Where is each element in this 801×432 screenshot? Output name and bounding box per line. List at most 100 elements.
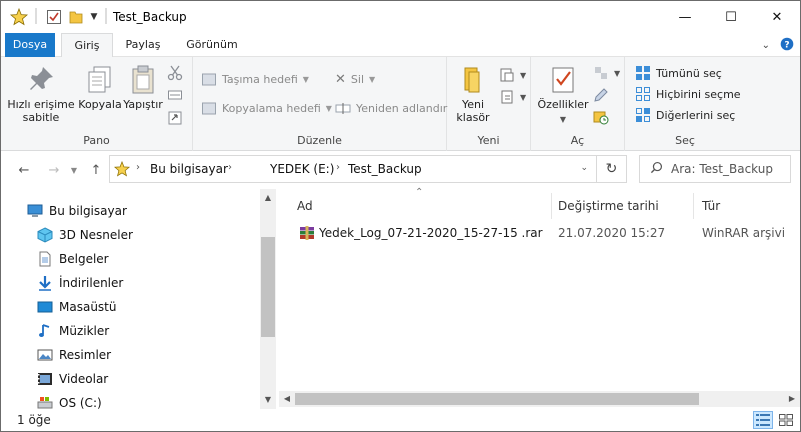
tab-home[interactable]: Giriş — [61, 33, 113, 58]
delete-button[interactable]: ✕ Sil ▼ — [335, 69, 375, 89]
pin-quick-access-button[interactable]: Hızlı erişime sabitle — [5, 63, 77, 124]
details-view-button[interactable] — [753, 411, 773, 429]
copy-to-label: Kopyalama hedefi — [222, 101, 321, 115]
tab-file[interactable]: Dosya — [5, 33, 55, 57]
nav-item-label: Videolar — [59, 372, 109, 386]
up-button[interactable]: ↑ — [87, 161, 105, 179]
nav-item-pictures[interactable]: Resimler — [37, 344, 111, 366]
scroll-up-icon[interactable]: ▲ — [260, 191, 276, 205]
address-bar[interactable]: › Bu bilgisayar › YEDEK (E:) › Test_Back… — [109, 155, 597, 183]
organize-group-label: Düzenle — [297, 134, 342, 147]
easy-access-button[interactable]: ▼ — [499, 87, 526, 107]
column-header-type[interactable]: Tür — [702, 193, 720, 219]
ribbon-tabs: Dosya Giriş Paylaş Görünüm ⌄ ? — [1, 33, 800, 58]
select-none-button[interactable]: Hiçbirini seçme — [635, 84, 741, 104]
column-header-modified[interactable]: Değiştirme tarihi — [558, 193, 659, 219]
file-name: Yedek_Log_07-21-2020_15-27-15 .rar — [319, 226, 543, 240]
help-icon[interactable]: ? — [780, 37, 794, 54]
recent-locations-button[interactable]: ▼ — [65, 161, 83, 179]
breadcrumb-drive[interactable]: YEDEK (E:) — [270, 162, 334, 176]
edit-pencil-icon — [594, 88, 608, 102]
svg-text:?: ? — [784, 41, 789, 51]
scroll-left-icon[interactable]: ◀ — [279, 391, 295, 407]
nav-item-label: 3D Nesneler — [59, 228, 133, 242]
forward-arrow-icon: → — [48, 162, 60, 178]
large-icons-view-button[interactable] — [776, 411, 796, 429]
new-folder-label: Yeni klasör — [456, 98, 490, 124]
select-none-icon — [636, 87, 650, 101]
breadcrumb-this-pc[interactable]: Bu bilgisayar — [150, 162, 228, 176]
maximize-button[interactable]: ☐ — [708, 1, 754, 33]
maximize-icon: ☐ — [725, 9, 737, 25]
new-group-label: Yeni — [477, 134, 500, 147]
scroll-right-icon[interactable]: ▶ — [784, 391, 800, 407]
open-button[interactable]: ▼ — [593, 63, 620, 83]
column-divider[interactable] — [551, 193, 552, 219]
customize-toolbar-chevron-icon[interactable]: ▼ — [87, 8, 101, 26]
nav-pane-scroll-thumb[interactable] — [261, 237, 275, 337]
breadcrumb-separator-icon: › — [228, 162, 232, 173]
back-arrow-icon: ← — [18, 162, 30, 178]
nav-item-documents[interactable]: Belgeler — [37, 248, 109, 270]
cut-button[interactable] — [167, 63, 183, 83]
copy-button[interactable]: Kopyala — [78, 63, 122, 111]
properties-label: Özellikler — [537, 98, 589, 111]
properties-checkbox-icon[interactable] — [45, 8, 63, 26]
move-to-button[interactable]: Taşıma hedefi ▼ — [201, 69, 309, 89]
status-bar: 1 öğe — [1, 409, 800, 431]
breadcrumb-folder[interactable]: Test_Backup — [348, 162, 422, 176]
nav-pane-scrollbar[interactable]: ▲ ▼ — [260, 189, 276, 409]
edit-button[interactable] — [593, 85, 609, 105]
paste-shortcut-button[interactable] — [167, 107, 183, 127]
column-divider[interactable] — [693, 193, 694, 219]
nav-item-videos[interactable]: Videolar — [37, 368, 108, 390]
ribbon: Hızlı erişime sabitle Kopyala Yapıştır P… — [1, 57, 800, 151]
delete-label: Sil — [350, 72, 365, 86]
nav-item-desktop[interactable]: Masaüstü — [37, 296, 116, 318]
new-item-button[interactable]: ▼ — [499, 65, 526, 85]
copy-to-button[interactable]: Kopyalama hedefi ▼ — [201, 98, 332, 118]
breadcrumb-separator-icon: › — [136, 162, 140, 173]
minimize-button[interactable]: — — [662, 1, 708, 33]
address-history-chevron-icon[interactable]: ⌄ — [580, 163, 588, 173]
new-group: Yeni klasör ▼ ▼ Yeni — [447, 57, 531, 151]
recent-chevron-icon: ▼ — [70, 165, 78, 175]
refresh-button[interactable]: ↻ — [597, 155, 627, 183]
scroll-down-icon[interactable]: ▼ — [260, 393, 276, 407]
file-explorer-window: ▼ Test_Backup — ☐ ✕ Dosya Giriş Paylaş G… — [0, 0, 801, 432]
close-button[interactable]: ✕ — [754, 1, 800, 33]
forward-button[interactable]: → — [45, 161, 63, 179]
column-header-name[interactable]: Ad — [297, 193, 313, 219]
nav-item-music[interactable]: Müzikler — [37, 320, 109, 342]
rename-button[interactable]: Yeniden adlandır — [335, 98, 447, 118]
paste-button[interactable]: Yapıştır — [123, 63, 163, 111]
tab-share[interactable]: Paylaş — [119, 33, 167, 57]
pin-icon — [30, 67, 53, 90]
file-list-horizontal-scrollbar[interactable]: ◀ ▶ — [279, 391, 800, 407]
select-none-label: Hiçbirini seçme — [656, 87, 741, 101]
move-to-icon — [202, 73, 216, 86]
invert-selection-button[interactable]: Diğerlerini seç — [635, 105, 735, 125]
nav-item-downloads[interactable]: İndirilenler — [37, 272, 123, 294]
new-folder-button[interactable]: Yeni klasör — [453, 63, 493, 124]
nav-item-label: Bu bilgisayar — [49, 204, 127, 218]
select-all-button[interactable]: Tümünü seç — [635, 63, 722, 83]
quick-access-star-icon[interactable] — [9, 8, 29, 26]
nav-item-3d-objects[interactable]: 3D Nesneler — [37, 224, 133, 246]
horizontal-scroll-thumb[interactable] — [295, 393, 699, 405]
search-box[interactable]: Ara: Test_Backup — [639, 155, 791, 183]
copy-path-button[interactable] — [167, 85, 183, 105]
copy-icon — [88, 66, 111, 93]
navigation-pane: Bu bilgisayar 3D Nesneler Belgeler İndir… — [1, 189, 277, 410]
new-folder-quick-icon[interactable] — [67, 8, 85, 26]
winrar-archive-icon — [299, 225, 315, 244]
history-button[interactable] — [593, 107, 609, 127]
table-row[interactable]: Yedek_Log_07-21-2020_15-27-15 .rar 21.07… — [279, 223, 800, 245]
tab-view[interactable]: Görünüm — [179, 33, 245, 57]
large-icons-view-icon — [779, 414, 793, 426]
search-icon — [650, 161, 663, 177]
collapse-ribbon-chevron-icon[interactable]: ⌄ — [762, 40, 770, 51]
back-button[interactable]: ← — [15, 161, 33, 179]
properties-button[interactable]: Özellikler ▼ — [537, 63, 589, 126]
nav-item-this-pc[interactable]: Bu bilgisayar — [27, 200, 127, 222]
